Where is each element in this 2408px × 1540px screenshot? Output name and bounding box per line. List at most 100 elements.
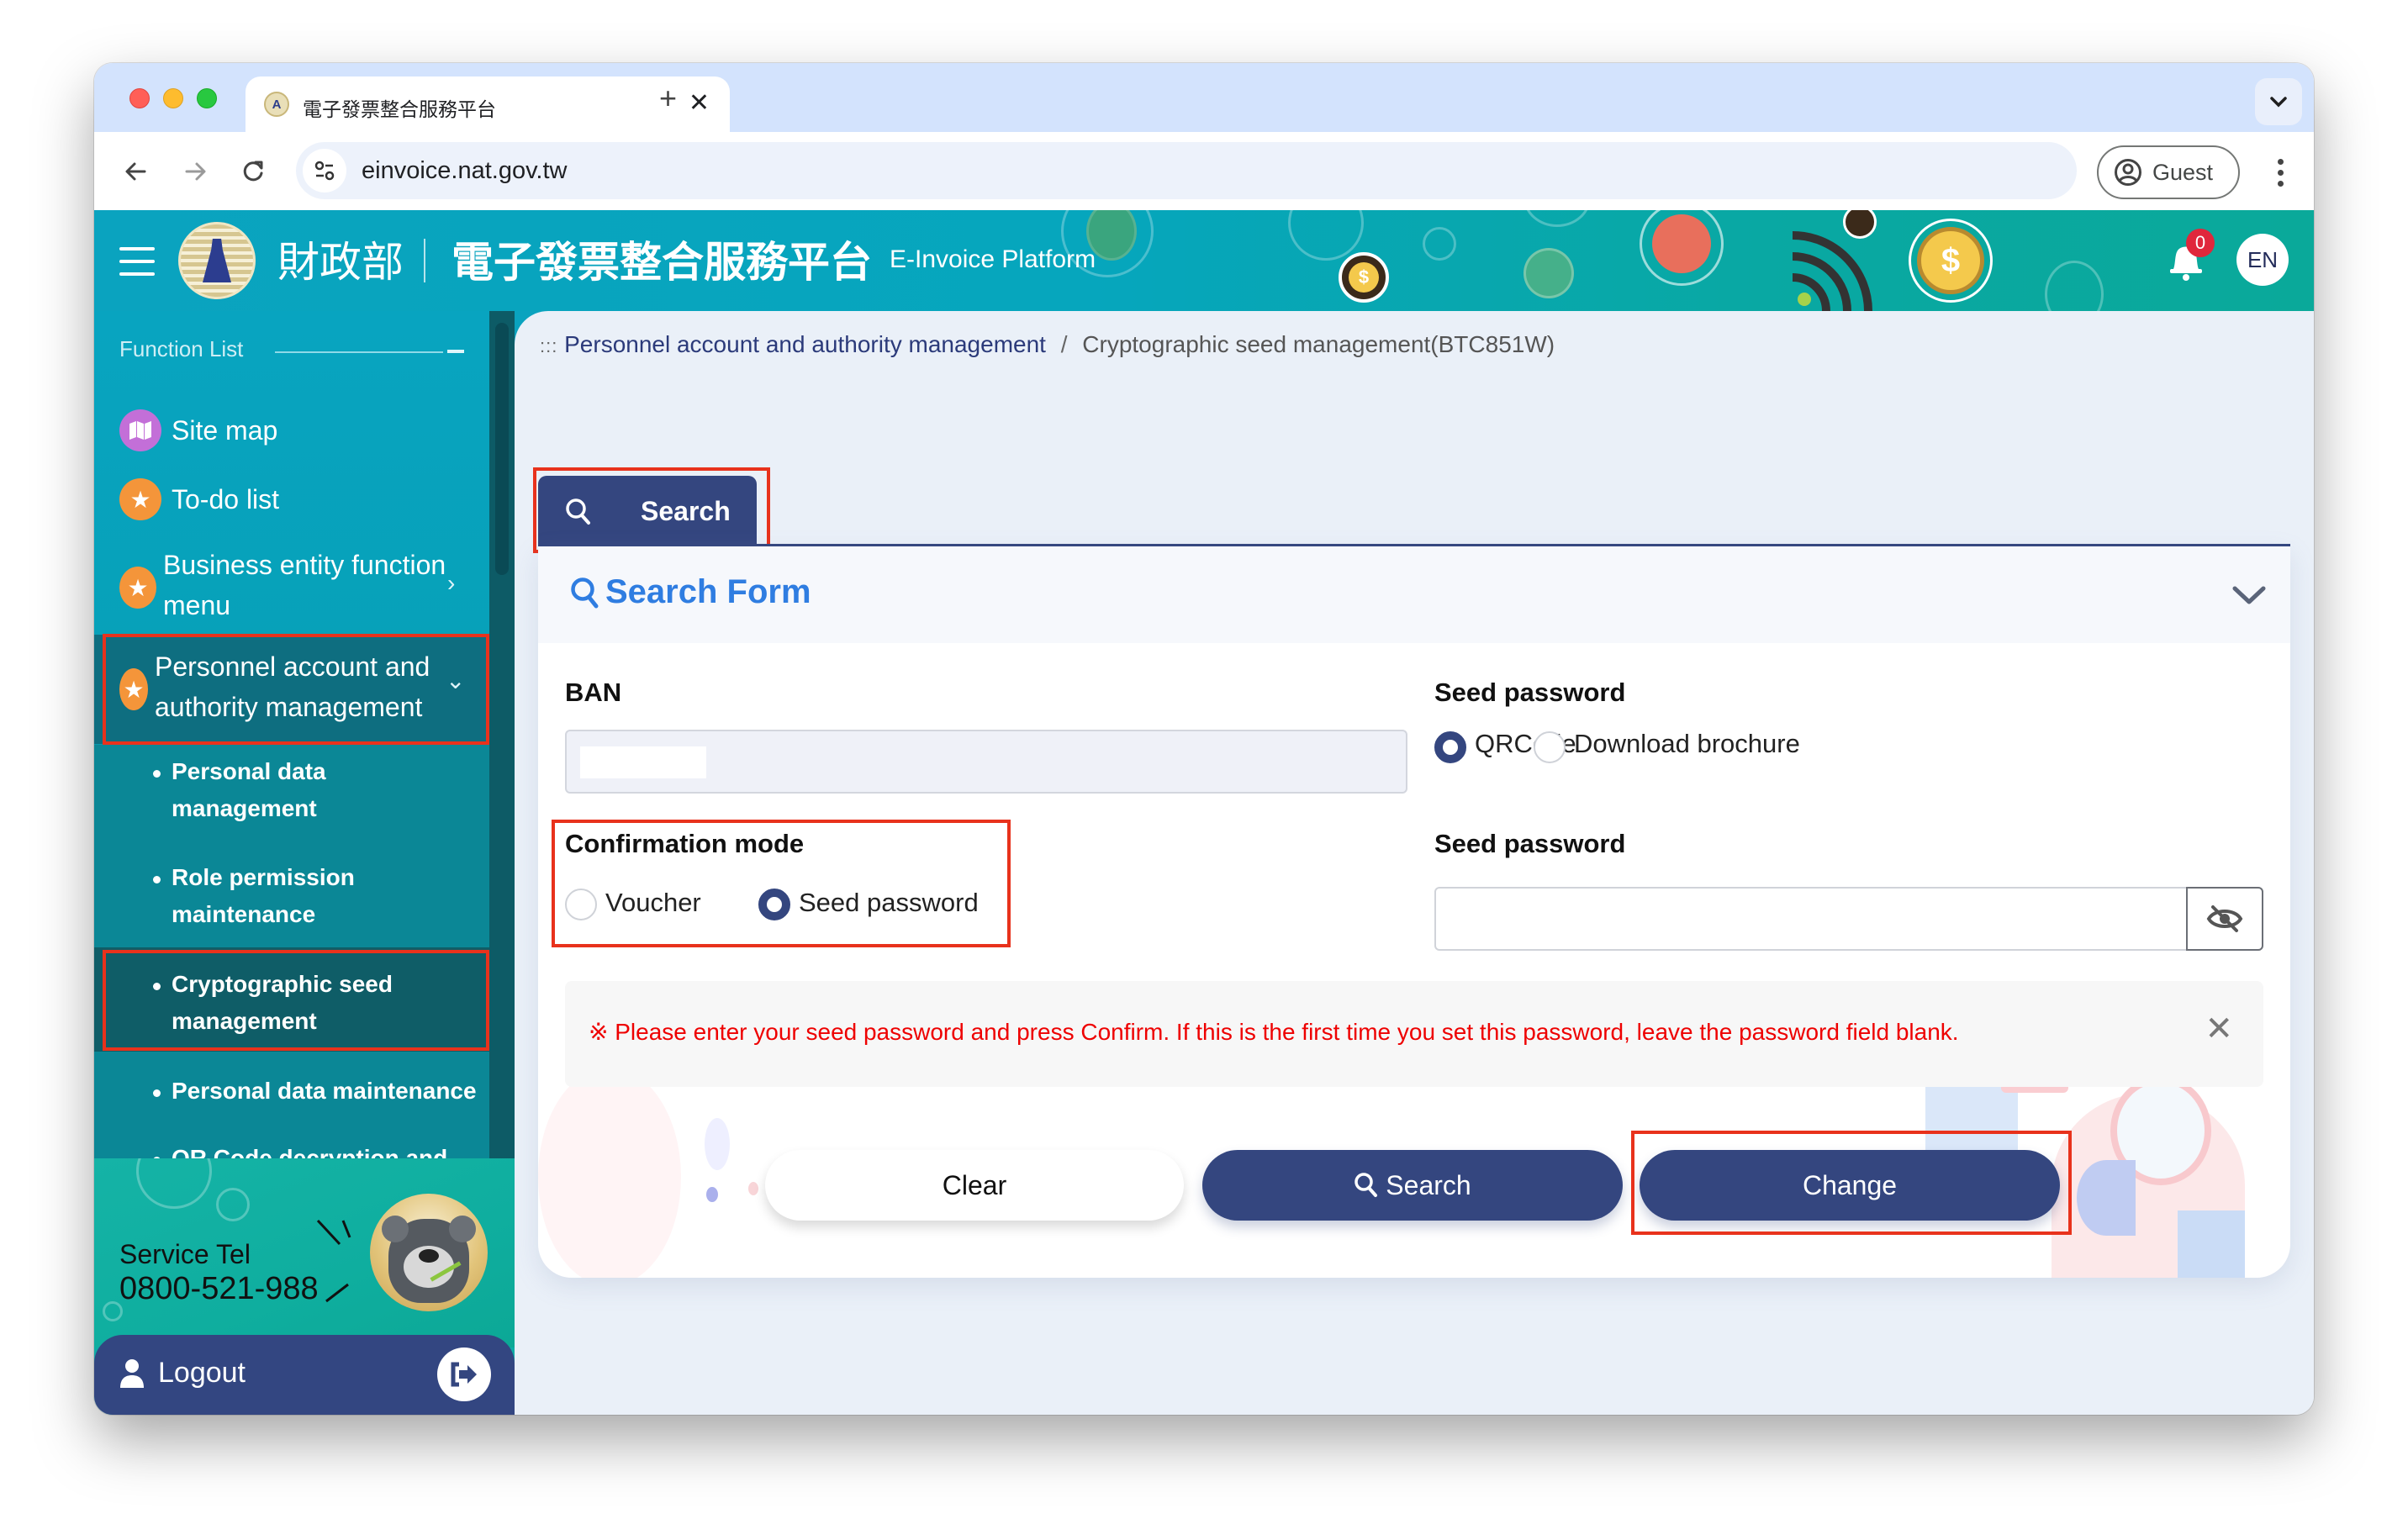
sidebar-item-site-map[interactable]: Site map xyxy=(94,403,489,457)
tune-icon xyxy=(314,161,335,181)
site-header: $ $ 財政部 電子發票整合服務平台 E-Invoice Platform 0 … xyxy=(94,210,2314,311)
clear-button[interactable]: Clear xyxy=(765,1150,1184,1221)
service-tel-number[interactable]: 0800-521-988 xyxy=(119,1271,319,1307)
service-tel-label: Service Tel xyxy=(119,1239,251,1269)
sidebar-subitem-role-permission[interactable]: Role permission maintenance xyxy=(94,859,489,943)
breadcrumb-parent-link[interactable]: Personnel account and authority manageme… xyxy=(564,331,1046,357)
radio-download-brochure-label[interactable]: Download brochure xyxy=(1574,729,1800,759)
site-info-button[interactable] xyxy=(303,149,346,192)
decor-dot xyxy=(538,1068,681,1278)
account-circle-icon xyxy=(2115,159,2141,186)
sidebar-scrollbar-thumb[interactable] xyxy=(495,323,509,575)
close-notice-icon[interactable]: ✕ xyxy=(2205,1010,2233,1048)
radio-qrcode[interactable] xyxy=(1434,731,1466,763)
bullet-icon xyxy=(153,1089,161,1097)
radio-seed-password-label[interactable]: Seed password xyxy=(799,888,979,918)
subitem-label: Personal data xyxy=(172,758,326,784)
logout-label: Logout xyxy=(158,1357,246,1389)
seed-password-label: Seed password xyxy=(1434,829,1626,858)
sidebar-item-todo-list[interactable]: ★ To-do list xyxy=(94,472,489,526)
logo-tower-icon xyxy=(203,239,231,282)
language-toggle-button[interactable]: EN xyxy=(2236,234,2289,286)
change-button[interactable]: Change xyxy=(1640,1150,2060,1221)
back-button[interactable] xyxy=(114,150,156,192)
notice-box: ※ Please enter your seed password and pr… xyxy=(565,981,2263,1087)
radio-voucher[interactable] xyxy=(565,889,597,920)
platform-title[interactable]: 電子發票整合服務平台 xyxy=(452,229,872,289)
star-icon: ★ xyxy=(119,567,156,609)
chevron-down-icon: ⌄ xyxy=(446,667,466,694)
search-form-card: Search Form BAN Confirmation mode Vouche… xyxy=(538,546,2290,1278)
close-window-button[interactable] xyxy=(129,88,150,108)
browser-menu-button[interactable] xyxy=(2263,149,2297,196)
menu-icon-bar xyxy=(119,260,155,263)
star-icon: ★ xyxy=(119,478,161,520)
map-icon xyxy=(119,409,161,451)
tab-list-button[interactable] xyxy=(2255,78,2302,125)
seed-password-input[interactable] xyxy=(1434,887,2263,951)
maximize-window-button[interactable] xyxy=(197,88,217,108)
header-divider xyxy=(424,239,425,282)
url-text[interactable]: einvoice.nat.gov.tw xyxy=(362,157,568,185)
forward-button[interactable] xyxy=(175,150,217,192)
chevron-right-icon: › xyxy=(447,570,456,596)
minimize-window-button[interactable] xyxy=(163,88,183,108)
browser-window: A 電子發票整合服務平台 ✕ + einvoice.nat.gov.tw Gue… xyxy=(94,63,2314,1415)
call-lines-icon xyxy=(316,1219,351,1303)
decor-ring xyxy=(1288,210,1364,261)
search-button[interactable]: Search xyxy=(1202,1150,1623,1221)
service-contact-panel: Service Tel 0800-521-988 xyxy=(94,1158,515,1348)
tab-strip: A 電子發票整合服務平台 ✕ + xyxy=(94,63,2314,132)
notice-message: Please enter your seed password and pres… xyxy=(615,1019,1959,1045)
ban-input[interactable] xyxy=(565,730,1407,794)
tab-title: 電子發票整合服務平台 xyxy=(303,99,496,121)
profile-label: Guest xyxy=(2152,159,2214,185)
seed-password-type-label: Seed password xyxy=(1434,678,1626,707)
sidebar-subitem-cryptographic-seed[interactable]: Cryptographic seed management xyxy=(94,947,489,1052)
sidebar-subitem-personal-data-maintenance[interactable]: Personal data maintenance xyxy=(94,1073,489,1115)
sidebar-item-business-entity-menu[interactable]: ★ Business entity function menu › xyxy=(94,540,489,632)
logout-icon-button[interactable] xyxy=(437,1348,491,1401)
close-tab-icon[interactable]: ✕ xyxy=(689,88,710,118)
notice-mark: ※ xyxy=(589,1019,609,1045)
sign-out-icon xyxy=(451,1362,477,1387)
menu-icon-bar xyxy=(119,272,155,276)
sidebar-subitem-personal-data-management[interactable]: Personal data management xyxy=(94,753,489,837)
reload-icon xyxy=(243,161,263,182)
decor-dot xyxy=(748,1182,758,1195)
reload-button[interactable] xyxy=(232,150,274,192)
decor-ring xyxy=(1523,210,1591,227)
arrow-left-icon xyxy=(125,162,146,181)
function-list-title: Function List xyxy=(119,336,244,361)
change-button-label: Change xyxy=(1802,1169,1898,1200)
sidebar: Function List Site map ★ To-do list ★ Bu… xyxy=(94,311,515,1415)
bullet-icon xyxy=(153,770,161,778)
ministry-name: 財政部 xyxy=(277,238,404,287)
radio-seed-password[interactable] xyxy=(758,889,790,920)
collapse-form-button[interactable] xyxy=(2230,578,2268,612)
function-list-divider xyxy=(275,351,443,353)
subitem-label-line2: management xyxy=(172,1008,317,1034)
radio-download-brochure[interactable] xyxy=(1534,731,1566,763)
chevron-down-icon xyxy=(2270,97,2287,108)
collapse-function-list-button[interactable] xyxy=(447,350,464,353)
search-form-header[interactable]: Search Form xyxy=(538,546,2290,643)
breadcrumb-prefix: ::: xyxy=(540,335,558,356)
notice-text: ※ Please enter your seed password and pr… xyxy=(589,1018,1959,1046)
ministry-logo[interactable] xyxy=(178,222,256,299)
sidebar-item-label: Site map xyxy=(172,415,278,446)
toggle-password-visibility-button[interactable] xyxy=(2186,887,2263,951)
decor-dot xyxy=(706,1187,718,1202)
hamburger-menu-button[interactable] xyxy=(119,247,155,276)
profile-button[interactable]: Guest xyxy=(2097,145,2240,199)
browser-tab[interactable]: A 電子發票整合服務平台 ✕ xyxy=(246,76,730,132)
more-vert-icon-dot xyxy=(2277,169,2284,176)
radio-voucher-label[interactable]: Voucher xyxy=(605,888,701,918)
more-vert-icon xyxy=(2277,158,2284,165)
tab-search[interactable]: Search xyxy=(538,476,757,546)
sidebar-item-personnel-account[interactable]: ★ Personnel account and authority manage… xyxy=(94,635,489,744)
address-bar[interactable]: einvoice.nat.gov.tw xyxy=(296,142,2077,199)
new-tab-button[interactable]: + xyxy=(659,83,677,113)
breadcrumb-current: Cryptographic seed management(BTC851W) xyxy=(1082,331,1555,357)
logout-button[interactable]: Logout xyxy=(94,1335,515,1415)
